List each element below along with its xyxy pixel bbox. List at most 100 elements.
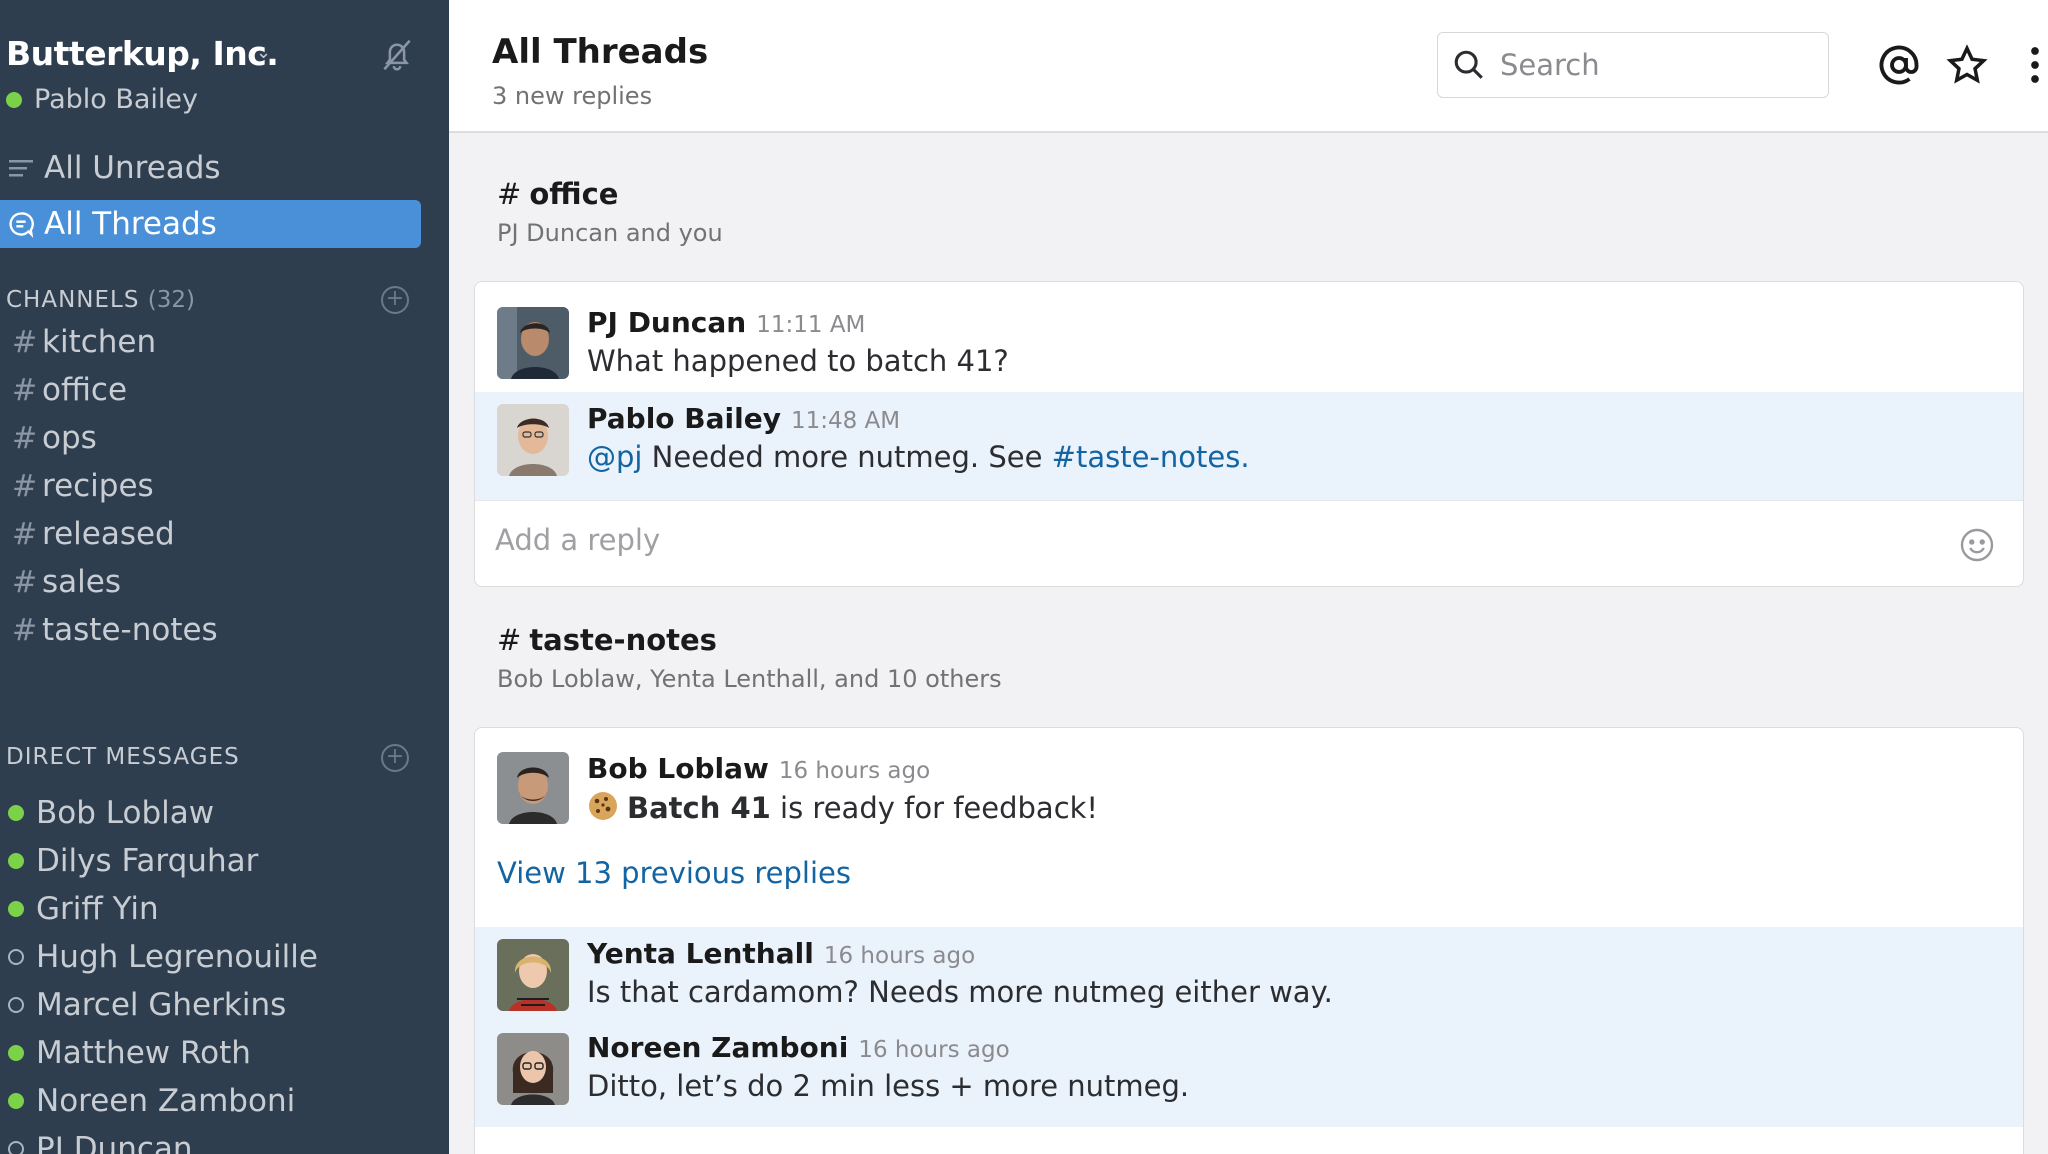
presence-online-icon bbox=[8, 1093, 24, 1109]
presence-online-icon bbox=[8, 805, 24, 821]
hash-icon: # bbox=[12, 564, 38, 600]
notifications-off-icon[interactable] bbox=[378, 36, 416, 74]
channel-label: office bbox=[42, 372, 128, 408]
sidebar-channel-recipes[interactable]: # recipes bbox=[12, 468, 154, 504]
thread-channel-title[interactable]: # taste-notes bbox=[497, 623, 717, 657]
author-name: Bob Loblaw bbox=[587, 752, 769, 785]
dm-marcel-gherkins[interactable]: Marcel Gherkins bbox=[8, 987, 286, 1023]
dm-hugh-legrenouille[interactable]: Hugh Legrenouille bbox=[8, 939, 318, 975]
channels-label: CHANNELS bbox=[6, 287, 140, 313]
dm-label: PJ Duncan bbox=[36, 1131, 193, 1154]
current-user[interactable]: Pablo Bailey bbox=[6, 84, 198, 115]
nav-all-unreads[interactable]: All Unreads bbox=[0, 144, 421, 192]
thread-participants: Bob Loblaw, Yenta Lenthall, and 10 other… bbox=[497, 665, 1002, 693]
author-name: Pablo Bailey bbox=[587, 402, 781, 435]
sidebar: Butterkup, Inc. ⌄ Pablo Bailey All Unrea… bbox=[0, 0, 449, 1154]
header: All Threads 3 new replies bbox=[449, 0, 2048, 133]
message-timestamp[interactable]: 16 hours ago bbox=[824, 943, 975, 969]
message-timestamp[interactable]: 11:48 AM bbox=[791, 408, 900, 434]
message-author[interactable]: PJ Duncan 11:11 AM bbox=[587, 306, 865, 339]
avatar[interactable] bbox=[497, 404, 569, 476]
reply-box[interactable] bbox=[475, 500, 2023, 586]
dm-label: Bob Loblaw bbox=[36, 795, 215, 831]
channel-label: kitchen bbox=[42, 324, 157, 360]
channel-label: taste-notes bbox=[42, 612, 218, 648]
nav-all-threads[interactable]: All Threads bbox=[0, 200, 421, 248]
channels-count: (32) bbox=[147, 287, 195, 313]
channel-link[interactable]: #taste-notes. bbox=[1052, 440, 1250, 474]
reply-group: Yenta Lenthall 16 hours ago Is that carda… bbox=[475, 927, 2023, 1127]
dm-pj-duncan[interactable]: PJ Duncan bbox=[8, 1131, 193, 1154]
sidebar-channel-office[interactable]: # office bbox=[12, 372, 127, 408]
page-title: All Threads bbox=[492, 32, 709, 72]
channel-name: taste-notes bbox=[529, 623, 717, 657]
message-timestamp[interactable]: 16 hours ago bbox=[858, 1037, 1009, 1063]
sidebar-channel-released[interactable]: # released bbox=[12, 516, 175, 552]
message: Pablo Bailey 11:48 AM @pj Needed more nut… bbox=[475, 392, 2023, 500]
chevron-down-icon[interactable]: ⌄ bbox=[256, 42, 271, 63]
team-name[interactable]: Butterkup, Inc. bbox=[6, 34, 279, 73]
dm-noreen-zamboni[interactable]: Noreen Zamboni bbox=[8, 1083, 295, 1119]
user-mention[interactable]: @pj bbox=[587, 440, 642, 474]
message-author[interactable]: Pablo Bailey 11:48 AM bbox=[587, 402, 900, 435]
sidebar-channel-taste-notes[interactable]: # taste-notes bbox=[12, 612, 218, 648]
message-author[interactable]: Noreen Zamboni 16 hours ago bbox=[587, 1031, 1010, 1064]
avatar[interactable] bbox=[497, 752, 569, 824]
hash-icon: # bbox=[12, 612, 38, 648]
sidebar-channel-ops[interactable]: # ops bbox=[12, 420, 97, 456]
view-previous-replies-link[interactable]: View 13 previous replies bbox=[497, 856, 851, 890]
message: Noreen Zamboni 16 hours ago Ditto, let’s … bbox=[475, 1023, 2023, 1123]
mentions-icon[interactable] bbox=[1878, 44, 1920, 86]
direct-messages-header[interactable]: DIRECT MESSAGES bbox=[6, 744, 240, 770]
hash-icon: # bbox=[12, 420, 38, 456]
message-body: is ready for feedback! bbox=[770, 791, 1099, 825]
thread-channel-title[interactable]: # office bbox=[497, 177, 618, 211]
message-timestamp[interactable]: 16 hours ago bbox=[779, 758, 930, 784]
dm-griff-yin[interactable]: Griff Yin bbox=[8, 891, 159, 927]
presence-away-icon bbox=[8, 1141, 24, 1154]
avatar[interactable] bbox=[497, 939, 569, 1011]
dm-label: Noreen Zamboni bbox=[36, 1083, 296, 1119]
star-icon[interactable] bbox=[1946, 44, 1988, 86]
channel-label: sales bbox=[42, 564, 121, 600]
dm-dilys-farquhar[interactable]: Dilys Farquhar bbox=[8, 843, 258, 879]
message: Yenta Lenthall 16 hours ago Is that carda… bbox=[475, 927, 2023, 1023]
message: Bob Loblaw 16 hours ago Batch 41 is ready… bbox=[475, 728, 2023, 838]
presence-away-icon bbox=[8, 949, 24, 965]
message-text: Ditto, let’s do 2 min less + more nutmeg… bbox=[587, 1069, 1190, 1103]
hash-icon: # bbox=[12, 372, 38, 408]
dm-label: DIRECT MESSAGES bbox=[6, 744, 240, 770]
dm-matthew-roth[interactable]: Matthew Roth bbox=[8, 1035, 251, 1071]
sidebar-channel-kitchen[interactable]: # kitchen bbox=[12, 324, 156, 360]
message-body: Needed more nutmeg. See bbox=[642, 440, 1052, 474]
add-channel-icon[interactable]: + bbox=[381, 286, 409, 314]
message-author[interactable]: Bob Loblaw 16 hours ago bbox=[587, 752, 930, 785]
presence-online-icon bbox=[8, 853, 24, 869]
nav-label: All Unreads bbox=[44, 150, 221, 186]
reply-input[interactable] bbox=[495, 523, 1895, 557]
presence-online-icon bbox=[6, 91, 22, 108]
message-text: Is that cardamom? Needs more nutmeg eith… bbox=[587, 975, 1333, 1009]
cookie-icon bbox=[589, 792, 617, 820]
avatar[interactable] bbox=[497, 307, 569, 379]
message-timestamp[interactable]: 11:11 AM bbox=[756, 312, 865, 338]
dm-label: Hugh Legrenouille bbox=[36, 939, 318, 975]
hash-icon: # bbox=[12, 468, 38, 504]
emoji-icon[interactable] bbox=[1959, 527, 1995, 563]
channels-header[interactable]: CHANNELS (32) bbox=[6, 287, 195, 313]
presence-online-icon bbox=[8, 1045, 24, 1061]
search-input[interactable] bbox=[1500, 48, 1820, 82]
author-name: Yenta Lenthall bbox=[587, 937, 814, 970]
dm-bob-loblaw[interactable]: Bob Loblaw bbox=[8, 795, 214, 831]
sidebar-channel-sales[interactable]: # sales bbox=[12, 564, 121, 600]
message-author[interactable]: Yenta Lenthall 16 hours ago bbox=[587, 937, 975, 970]
add-dm-icon[interactable]: + bbox=[381, 744, 409, 772]
hash-icon: # bbox=[12, 324, 38, 360]
search-icon bbox=[1454, 50, 1483, 79]
more-menu-icon[interactable] bbox=[2014, 44, 2048, 86]
avatar[interactable] bbox=[497, 1033, 569, 1105]
channel-label: recipes bbox=[42, 468, 154, 504]
presence-online-icon bbox=[8, 901, 24, 917]
search-box[interactable] bbox=[1437, 32, 1829, 98]
channel-label: ops bbox=[42, 420, 97, 456]
